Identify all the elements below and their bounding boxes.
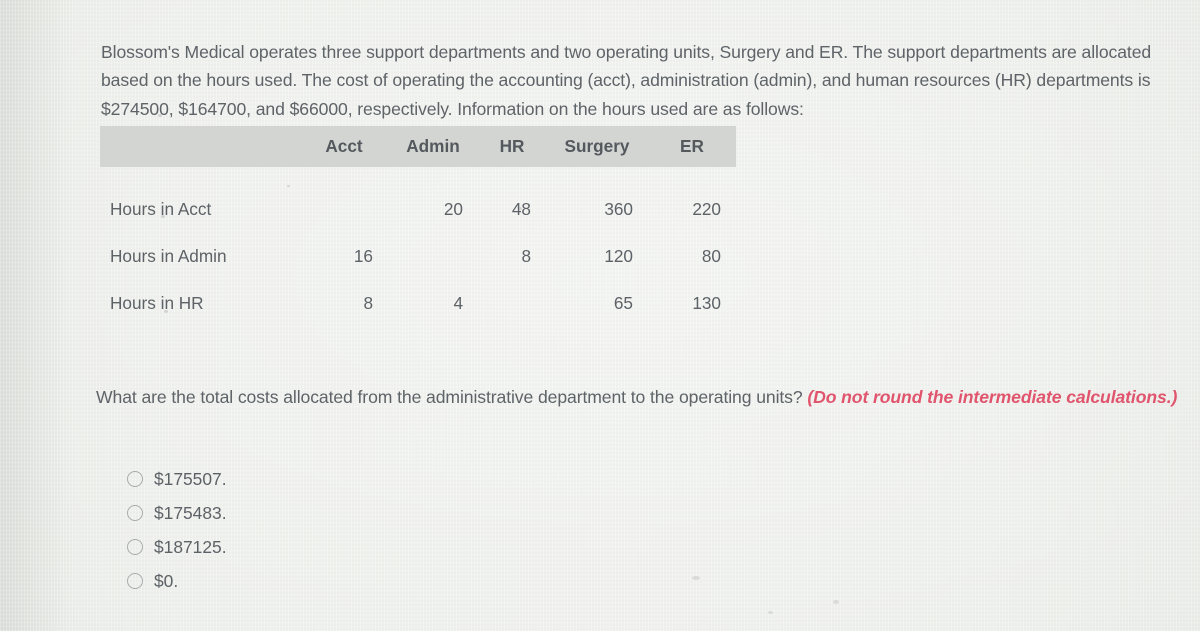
cell-admin-acct: 16 [353,246,373,266]
radio-button-icon[interactable] [127,539,143,555]
answer-option-3[interactable]: $187125. [127,530,547,564]
cell-admin-surgery: 120 [604,246,633,266]
answer-choices: $175507. $175483. $187125. $0. [127,462,547,598]
answer-option-4-label: $0. [154,570,179,591]
cell-admin-hr: 8 [521,246,531,266]
question-text: What are the total costs allocated from … [96,383,1186,412]
question-hint: (Do not round the intermediate calculati… [807,386,1178,407]
dust-speck [692,576,700,580]
table-row: Hours in Admin 16 8 120 80 [100,233,736,280]
answer-option-2[interactable]: $175483. [127,496,547,530]
column-header-surgery: Surgery [564,136,630,156]
question-main: What are the total costs allocated from … [96,386,808,407]
table-corner-header [100,126,300,167]
cell-hr-admin: 4 [453,293,463,313]
cell-admin-er: 80 [701,246,721,266]
cell-hr-hr [478,280,546,327]
dust-speck [768,611,773,614]
answer-option-2-label: $175483. [154,502,227,523]
row-label-hours-in-acct: Hours in Acct [110,199,212,219]
dust-speck [519,207,522,210]
dust-speck [287,185,290,187]
dust-speck [164,310,168,313]
column-header-admin: Admin [406,136,460,156]
question-page: Blossom's Medical operates three support… [0,0,1200,631]
cell-hr-acct: 8 [363,293,373,313]
table-row: Hours in Acct 20 48 360 220 [100,167,736,233]
cell-acct-hr: 48 [478,167,546,233]
cell-acct-er: 220 [692,199,721,219]
cell-acct-admin: 20 [443,199,463,219]
dust-speck [158,114,162,117]
table-header-row: Acct Admin HR Surgery ER [100,126,736,167]
cell-hr-surgery: 65 [613,293,633,313]
column-header-acct: Acct [325,136,363,156]
answer-option-1-label: $175507. [154,468,227,489]
row-label-hours-in-admin: Hours in Admin [110,246,227,266]
table-header: Acct Admin HR Surgery ER [100,126,736,167]
answer-option-4[interactable]: $0. [127,564,547,598]
cell-admin-admin [388,233,478,280]
column-header-hr: HR [499,136,525,156]
table-body: Hours in Acct 20 48 360 220 Hours in Adm… [100,167,736,327]
radio-button-icon[interactable] [127,505,143,521]
answer-option-1[interactable]: $175507. [127,462,547,496]
cell-hr-er: 130 [692,293,721,313]
answer-option-3-label: $187125. [154,536,227,557]
question-prompt: Blossom's Medical operates three support… [101,41,1152,119]
dust-speck [161,215,165,218]
radio-button-icon[interactable] [127,471,143,487]
column-header-er: ER [680,136,704,156]
table-row: Hours in HR 8 4 65 130 [100,280,736,327]
dust-speck [833,600,839,604]
row-label-hours-in-hr: Hours in HR [110,293,204,313]
cell-acct-acct [300,167,388,233]
cell-acct-surgery: 360 [604,199,633,219]
hours-used-table: Acct Admin HR Surgery ER Hours in Acct 2… [100,126,736,327]
radio-button-icon[interactable] [127,573,143,589]
